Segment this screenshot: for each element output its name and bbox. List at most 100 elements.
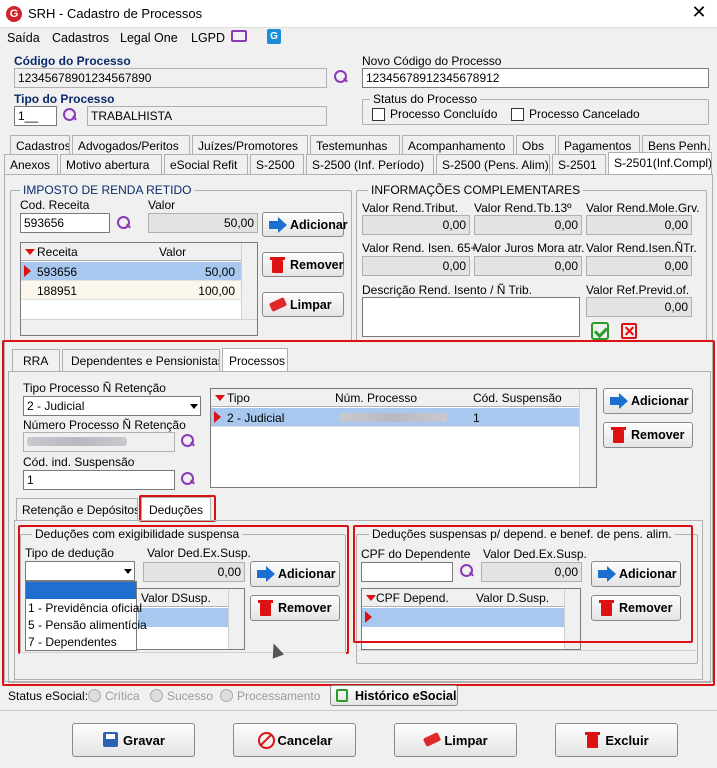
horizontal-scrollbar[interactable] [358,650,696,663]
search-icon[interactable] [333,69,349,85]
concluido-checkbox[interactable] [372,108,385,121]
tab-acompanhamento[interactable]: Acompanhamento [402,135,514,155]
tab-retencao-depositos[interactable]: Retenção e Depósitos [16,498,138,520]
novo-codigo-field[interactable]: 12345678912345678912 [362,68,709,88]
rend-tribut-field[interactable]: 0,00 [362,215,470,235]
guardian-icon[interactable]: G [267,29,281,44]
tab-anexos[interactable]: Anexos [4,154,58,174]
tab-obs[interactable]: Obs [516,135,556,155]
tipo-proc-value: 2 - Judicial [27,399,85,413]
horizontal-scrollbar[interactable] [20,652,346,664]
menu-bar: Saída Cadastros Legal One LGPD G [0,28,717,48]
tab-motivo-abertura[interactable]: Motivo abertura [60,154,162,174]
arrow-right-icon [269,216,287,233]
app-logo-icon: G [6,6,22,22]
radio-sucesso[interactable] [150,689,163,702]
tab-testemunhas[interactable]: Testemunhas [310,135,400,155]
rend-isen-ntr-field[interactable]: 0,00 [586,256,692,276]
tipo-proc-select[interactable]: 2 - Judicial [23,396,201,416]
redacted-cell [339,413,447,422]
menu-lgpd[interactable]: LGPD [191,31,225,45]
sort-indicator-icon [25,249,35,255]
tab-processos[interactable]: Processos [222,348,288,372]
historico-esocial-button[interactable]: Histórico eSocial [330,685,458,706]
juros-mora-field[interactable]: 0,00 [474,256,582,276]
cancel-icon [257,732,275,749]
radio-critica[interactable] [88,689,101,702]
vertical-scrollbar[interactable] [579,389,596,487]
excluir-button[interactable]: Excluir [555,723,678,757]
rend-tb13-label: Valor Rend.Tb.13º [474,201,572,215]
redacted-value [27,437,127,446]
receita-search-icon[interactable] [116,215,132,231]
tab-s2501-inf-compl[interactable]: S-2501(Inf.Compl) [608,152,712,174]
table-row[interactable]: 188951 100,00 [21,281,241,300]
receita-grid-header: Receita Valor [21,243,241,261]
rend-tb13-field[interactable]: 0,00 [474,215,582,235]
window-title: SRH - Cadastro de Processos [28,6,203,21]
menu-cadastros[interactable]: Cadastros [52,31,109,45]
tab-s2500-inf-periodo[interactable]: S-2500 (Inf. Período) [306,154,434,174]
cod-susp-label: Cód. ind. Suspensão [23,455,135,469]
cod-susp-search-icon[interactable] [180,471,196,487]
menu-legal-one[interactable]: Legal One [120,31,178,45]
confirm-check-icon[interactable] [591,322,609,340]
tab-esocial-refit[interactable]: eSocial Refit [164,154,248,174]
irrf-title: IMPOSTO DE RENDA RETIDO [20,183,195,197]
numero-search-icon[interactable] [180,433,196,449]
critica-label: Crítica [105,689,140,703]
numero-proc-field[interactable] [23,432,175,452]
floppy-disk-icon [102,732,120,748]
previd-label: Valor Ref.Previd.of. [586,283,690,297]
previd-field[interactable]: 0,00 [586,297,692,317]
tipo-proc-label: Tipo Processo Ñ Retenção [23,381,166,395]
tipo-search-icon[interactable] [62,107,78,123]
irrf-adicionar-button[interactable]: Adicionar [262,212,348,237]
tab-dependentes[interactable]: Dependentes e Pensionistas [62,349,220,371]
irrf-limpar-button[interactable]: Limpar [262,292,344,317]
cod-receita-field[interactable]: 593656 [20,213,110,233]
monitor-icon[interactable] [231,30,247,42]
menu-saida[interactable]: Saída [7,31,40,45]
codigo-field[interactable]: 12345678901234567890 [14,68,327,88]
tab-s2501[interactable]: S-2501 [552,154,606,174]
status-bar: Status eSocial: Crítica Sucesso Processa… [0,685,717,707]
gravar-button[interactable]: Gravar [72,723,195,757]
proc-adicionar-button[interactable]: Adicionar [603,388,693,414]
trash-icon [610,427,628,443]
cancelar-button[interactable]: Cancelar [233,723,356,757]
col-num-processo: Núm. Processo [335,391,418,405]
limpar-button[interactable]: Limpar [394,723,517,757]
tab-s2500-pens-alim[interactable]: S-2500 (Pens. Alim) [436,154,550,174]
tab-cadastros[interactable]: Cadastros [10,135,70,155]
cell-valor: 100,00 [198,284,235,298]
close-window-button[interactable]: ✕ [688,2,710,23]
tab-s2500[interactable]: S-2500 [250,154,304,174]
horizontal-scrollbar[interactable] [21,319,257,335]
receita-grid: Receita Valor 593656 50,00 188951 100,00 [20,242,258,336]
concluido-label: Processo Concluído [390,107,498,121]
cell-cod: 1 [473,411,480,425]
table-row[interactable]: 593656 50,00 [21,262,241,281]
rend-isen65-field[interactable]: 0,00 [362,256,470,276]
eraser-icon [423,732,441,748]
sucesso-label: Sucesso [167,689,214,703]
history-icon [336,689,348,702]
proc-remover-button[interactable]: Remover [603,422,693,448]
radio-processamento[interactable] [220,689,233,702]
tab-rra[interactable]: RRA [12,349,60,371]
tipo-code-field[interactable]: 1__ [14,106,57,126]
cod-susp-field[interactable]: 1 [23,470,175,490]
descricao-textarea[interactable] [362,297,580,337]
info-title: INFORMAÇÕES COMPLEMENTARES [368,183,584,197]
irrf-remover-button[interactable]: Remover [262,252,344,277]
tab-juizes[interactable]: Juízes/Promotores [192,135,308,155]
table-row[interactable]: 2 - Judicial 1 [211,408,579,427]
col-receita: Receita [37,245,78,259]
tab-advogados[interactable]: Advogados/Peritos [72,135,190,155]
cancel-x-icon[interactable] [621,323,637,339]
vertical-scrollbar[interactable] [241,243,257,319]
valor-field[interactable]: 50,00 [148,213,258,233]
rend-mole-field[interactable]: 0,00 [586,215,692,235]
cancelado-checkbox[interactable] [511,108,524,121]
